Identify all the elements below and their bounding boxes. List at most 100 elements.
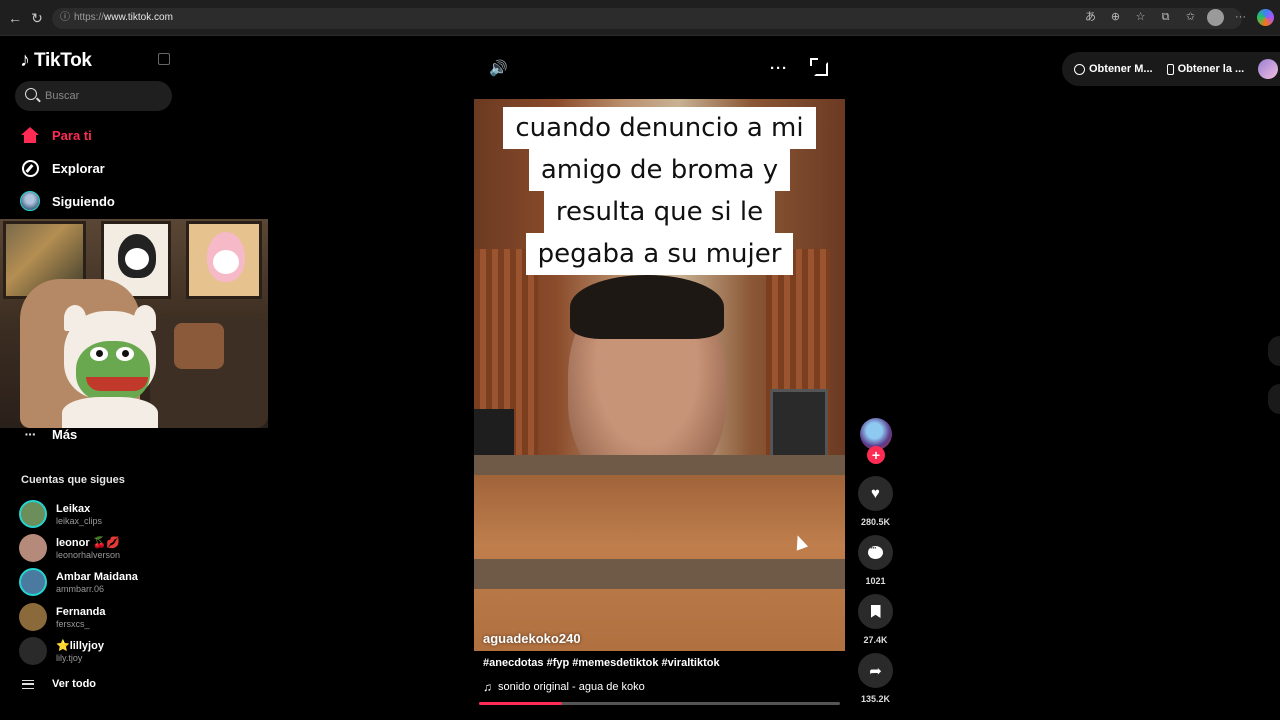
browser-icons: あ ⊕ ☆ ⧉ ✩ ··· [1082, 9, 1274, 26]
reload-icon[interactable]: ↻ [28, 9, 46, 27]
caption-line: amigo de broma y [528, 149, 791, 191]
wall-picture [186, 221, 262, 299]
avatar [19, 603, 47, 631]
following-avatar-icon [20, 191, 40, 211]
address-bar[interactable]: ⓘ https://www.tiktok.com [52, 8, 1242, 29]
share-action: ➦ 135.2K [857, 653, 894, 704]
back-icon[interactable]: ← [6, 9, 24, 27]
list-icon [22, 679, 34, 689]
like-button[interactable]: ♥ [858, 476, 893, 511]
favorites-icon[interactable]: ✩ [1182, 9, 1199, 26]
profile-avatar[interactable] [1207, 9, 1224, 26]
copilot-icon[interactable] [1257, 9, 1274, 26]
account-item[interactable]: Leikax leikax_clips [19, 500, 102, 528]
nav-label: Más [52, 426, 78, 442]
share-arrow-icon: ➦ [869, 662, 882, 680]
comment-count: 1021 [865, 576, 886, 586]
following-accounts-title: Cuentas que sigues [21, 474, 125, 486]
next-video-button[interactable] [1268, 384, 1280, 414]
collapse-sidebar-icon[interactable] [158, 53, 170, 65]
browser-toolbar: ← ↻ ⓘ https://www.tiktok.com あ ⊕ ☆ ⧉ ✩ ·… [0, 0, 1280, 36]
comment-button[interactable] [858, 535, 893, 570]
brand-name: TikTok [34, 49, 92, 71]
heart-icon: ♥ [871, 485, 880, 502]
get-coins-button[interactable]: Obtener M... [1074, 63, 1153, 75]
site-info-icon[interactable]: ⓘ [58, 11, 72, 25]
share-count: 135.2K [860, 694, 891, 704]
more-options-icon[interactable]: ··· [770, 60, 788, 77]
video-caption: cuando denuncio a mi amigo de broma y re… [474, 107, 845, 275]
account-handle: leonorhalverson [56, 550, 121, 560]
avatar [19, 568, 47, 596]
video-player[interactable]: cuando denuncio a mi amigo de broma y re… [474, 99, 845, 651]
save-button[interactable] [858, 594, 893, 629]
account-item[interactable]: Ambar Maidana ammbarr.06 [19, 568, 138, 596]
sound-link[interactable]: ♫ sonido original - agua de koko [483, 680, 645, 694]
translate-icon[interactable]: あ [1082, 9, 1099, 26]
user-avatar[interactable] [1258, 59, 1279, 79]
comment-icon [868, 543, 883, 559]
tiktok-logo[interactable]: ♪ TikTok [20, 49, 92, 72]
save-action: 27.4K [857, 594, 894, 645]
see-all-button[interactable]: Ver todo [22, 678, 96, 690]
extensions-icon[interactable]: ⧉ [1157, 9, 1174, 26]
account-handle: fersxcs_ [56, 618, 90, 629]
url-text: https://www.tiktok.com [74, 12, 173, 23]
music-note-icon: ♫ [483, 680, 492, 694]
home-icon [20, 125, 40, 145]
video-watermark-username: aguadekoko240 [483, 631, 581, 646]
account-handle: lily.tjoy [56, 653, 83, 663]
zoom-icon[interactable]: ⊕ [1107, 9, 1124, 26]
get-coins-label: Obtener M... [1089, 63, 1153, 75]
fullscreen-icon[interactable] [810, 58, 828, 76]
account-name: leonor 🍒💋 [56, 537, 121, 549]
nav-for-you[interactable]: Para ti [20, 123, 92, 147]
get-app-label: Obtener la ... [1177, 63, 1245, 75]
account-item[interactable]: ⭐lillyjoy lily.tjoy [19, 637, 104, 665]
nav-label: Siguiendo [52, 193, 115, 209]
video-hashtags[interactable]: #anecdotas #fyp #memesdetiktok #viraltik… [483, 657, 720, 669]
avatar [19, 637, 47, 665]
compass-icon [20, 158, 40, 178]
streamer-overlay [0, 219, 268, 428]
like-action: ♥ 280.5K [857, 476, 894, 527]
account-item[interactable]: leonor 🍒💋 leonorhalverson [19, 534, 120, 562]
nav-following[interactable]: Siguiendo [20, 189, 115, 213]
volume-icon[interactable]: 🔊 [489, 60, 509, 78]
see-all-label: Ver todo [52, 678, 97, 690]
search-box[interactable] [15, 81, 172, 111]
get-app-button[interactable]: Obtener la ... [1166, 63, 1245, 75]
account-name: Ambar Maidana [56, 570, 138, 583]
account-handle: ammbarr.06 [56, 583, 105, 594]
account-item[interactable]: Fernanda fersxcs_ [19, 603, 106, 631]
get-app-bar: Obtener M... Obtener la ... [1062, 52, 1280, 86]
previous-video-button[interactable] [1268, 336, 1280, 366]
monitor [770, 389, 828, 459]
sound-label: sonido original - agua de koko [498, 681, 645, 693]
tiktok-note-icon: ♪ [20, 49, 30, 71]
nav-label: Para ti [52, 127, 92, 143]
frog-face [76, 341, 150, 403]
account-handle: leikax_clips [56, 515, 103, 526]
follow-button[interactable]: + [867, 446, 885, 464]
search-input[interactable] [45, 88, 165, 104]
pillow [174, 323, 224, 369]
search-icon [25, 88, 37, 100]
caption-line: cuando denuncio a mi [503, 107, 816, 149]
video-progress-bar[interactable] [479, 702, 840, 705]
account-name: Leikax [56, 502, 91, 515]
phone-icon [1166, 63, 1174, 75]
account-name: Fernanda [56, 605, 106, 618]
menu-dots-icon[interactable]: ··· [1232, 9, 1249, 26]
share-button[interactable]: ➦ [858, 653, 893, 688]
nav-explore[interactable]: Explorar [20, 156, 105, 180]
progress-fill [479, 702, 563, 705]
caption-line: resulta que si le [543, 191, 776, 233]
caption-line: pegaba a su mujer [525, 233, 794, 275]
favorite-star-icon[interactable]: ☆ [1132, 9, 1149, 26]
comment-action: 1021 [857, 535, 894, 586]
nav-label: Explorar [52, 160, 105, 176]
avatar [19, 534, 47, 562]
save-count: 27.4K [863, 635, 888, 645]
bookmark-icon [870, 605, 881, 618]
